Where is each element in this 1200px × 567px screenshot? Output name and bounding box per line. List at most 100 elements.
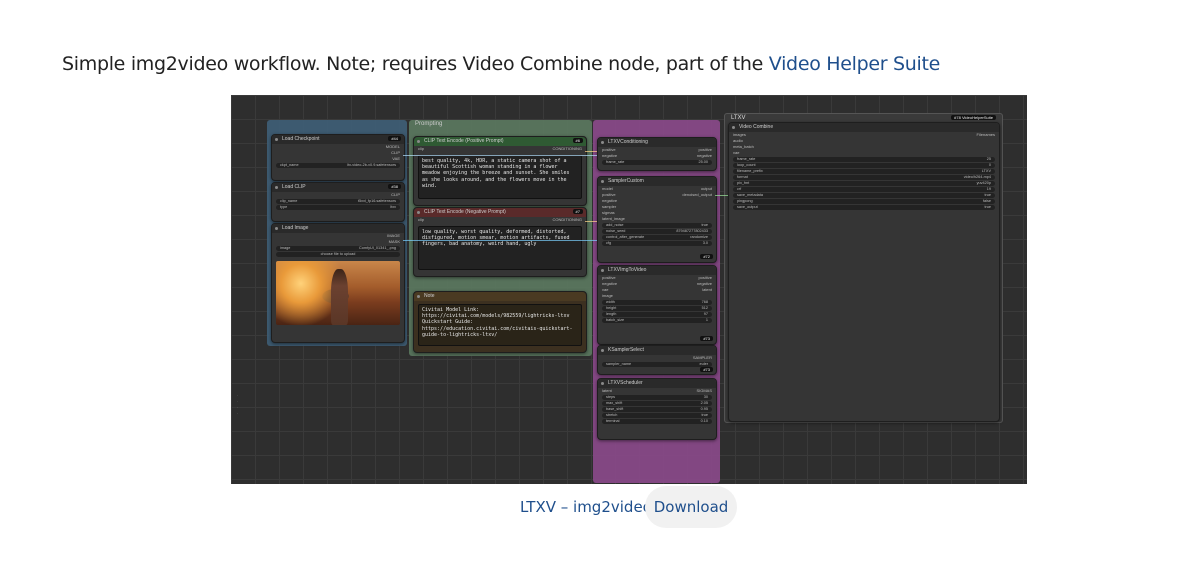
batch-size-widget[interactable]: batch_size 1 [602, 318, 712, 323]
clip-name-widget[interactable]: clip_name t5xxl_fp16.safetensors [276, 199, 400, 204]
load-image-title: Load Image [272, 224, 404, 233]
sc-denoised-out[interactable]: denoised_output [682, 192, 712, 198]
download-button[interactable]: Download [645, 486, 737, 528]
steps-value: 30 [703, 395, 708, 399]
vc-pix-fmt-widget[interactable]: pix_fmt yuv420p [733, 181, 995, 186]
clip-negative-output[interactable]: CONDITIONING [552, 217, 582, 223]
clip-negative-badge: #7 [572, 209, 583, 214]
connection-wire [585, 221, 597, 222]
vc-pingpong-widget[interactable]: pingpong false [733, 199, 995, 204]
image-select-widget[interactable]: image ComfyUI_01341_.png [276, 246, 400, 251]
sched-sigmas-out[interactable]: SIGMAS [696, 388, 712, 394]
intro-text: Simple img2video workflow. Note; require… [62, 53, 940, 75]
connection-wire [585, 151, 597, 152]
upload-button[interactable]: choose file to upload [276, 252, 400, 257]
load-clip-output[interactable]: CLIP [272, 192, 404, 198]
i2v-latent-out[interactable]: latent [702, 287, 712, 293]
length-widget[interactable]: length 97 [602, 312, 712, 317]
sampler-custom-node[interactable]: SamplerCustom #72 model output positive de… [597, 176, 717, 263]
vc-filename-prefix-widget[interactable]: filename_prefix LTXV [733, 169, 995, 174]
vc-crf-label: crf [737, 187, 742, 191]
control-label: control_after_generate [606, 235, 645, 239]
height-widget[interactable]: height 512 [602, 306, 712, 311]
control-widget[interactable]: control_after_generate randomize [602, 235, 712, 240]
ltxv-cond-negative-in[interactable]: negative [602, 153, 617, 159]
noise-seed-widget[interactable]: noise_seed 879487277802433 [602, 229, 712, 234]
steps-label: steps [606, 395, 616, 399]
cfg-widget[interactable]: cfg 3.0 [602, 241, 712, 246]
vae-output[interactable]: VAE [272, 156, 404, 162]
vc-crf-widget[interactable]: crf 19 [733, 187, 995, 192]
add-noise-widget[interactable]: add_noise true [602, 223, 712, 228]
load-clip-title: Load CLIP [272, 183, 404, 192]
ckpt-name-value: ltx-video-2b-v0.9.safetensors [347, 163, 396, 167]
positive-prompt-textarea[interactable]: best quality, 4k, HDR, a static camera s… [418, 155, 582, 199]
video-combine-node[interactable]: Video Combine #78 VideoHelperSuite image… [728, 115, 1000, 422]
vc-format-widget[interactable]: format video/h264-mp4 [733, 175, 995, 180]
max-shift-label: max_shift [606, 401, 623, 405]
sampler-output[interactable]: SAMPLER [598, 355, 716, 361]
steps-widget[interactable]: steps 30 [602, 395, 712, 400]
negative-prompt-textarea[interactable]: low quality, worst quality, deformed, di… [418, 226, 582, 270]
group-output-title: LTXV [731, 115, 746, 121]
frame-rate-widget[interactable]: frame_rate 25.00 [602, 160, 712, 165]
ckpt-name-label: ckpt_name [280, 163, 299, 167]
vc-frame-rate-label: frame_rate [737, 157, 756, 161]
sc-latent-in[interactable]: latent_image [598, 216, 716, 222]
length-value: 97 [703, 312, 708, 316]
base-shift-label: base_shift [606, 407, 624, 411]
ltxv-img-to-video-node[interactable]: LTXVImgToVideo #73 positive positive nega… [597, 265, 717, 345]
clip-type-widget[interactable]: type ltxv [276, 205, 400, 210]
clip-positive-io: clip CONDITIONING [414, 146, 586, 152]
base-shift-value: 0.95 [700, 407, 708, 411]
connection-wire [403, 155, 597, 156]
vc-save-output-value: true [984, 205, 991, 209]
vc-save-output-widget[interactable]: save_output true [733, 205, 995, 210]
note-textarea[interactable]: Civitai Model Link: https://civitai.com/… [418, 304, 582, 346]
vc-pix-fmt-label: pix_fmt [737, 181, 750, 185]
vc-pingpong-value: false [982, 199, 991, 203]
vc-frame-rate-widget[interactable]: frame_rate 25 [733, 157, 995, 162]
frame-rate-label: frame_rate [606, 160, 625, 164]
ltxv-scheduler-title: LTXVScheduler [598, 379, 716, 388]
sched-latent-in[interactable]: latent [602, 388, 612, 394]
batch-size-value: 1 [705, 318, 708, 322]
frame-rate-value: 25.00 [698, 160, 708, 164]
mask-output[interactable]: MASK [272, 239, 404, 245]
ckpt-name-widget[interactable]: ckpt_name ltx-video-2b-v0.9.safetensors [276, 163, 400, 168]
ltxv-img-to-video-title: LTXVImgToVideo [598, 266, 716, 275]
clip-positive-node[interactable]: CLIP Text Encode (Positive Prompt) #6 cl… [413, 136, 587, 206]
load-clip-node[interactable]: Load CLIP #38 CLIP clip_name t5xxl_fp16.s… [271, 182, 405, 222]
load-image-node[interactable]: Load Image IMAGE MASK image ComfyUI_01341… [271, 223, 405, 343]
stretch-widget[interactable]: stretch true [602, 413, 712, 418]
ltxv-conditioning-node[interactable]: LTXVConditioning positive positive negati… [597, 137, 717, 171]
video-helper-suite-link[interactable]: Video Helper Suite [769, 53, 941, 75]
terminal-widget[interactable]: terminal 0.10 [602, 419, 712, 424]
load-checkpoint-title: Load Checkpoint [272, 135, 404, 144]
intro-sentence: Simple img2video workflow. Note; require… [62, 53, 769, 75]
width-widget[interactable]: width 768 [602, 300, 712, 305]
load-checkpoint-node[interactable]: Load Checkpoint #44 MODEL CLIP VAE ckpt_… [271, 134, 405, 181]
clip-negative-node[interactable]: CLIP Text Encode (Negative Prompt) #7 cl… [413, 207, 587, 277]
max-shift-widget[interactable]: max_shift 2.05 [602, 401, 712, 406]
height-value: 512 [701, 306, 708, 310]
image-preview [276, 261, 400, 325]
note-node[interactable]: Note Civitai Model Link: https://civitai… [413, 291, 587, 353]
ltxv-cond-negative-out[interactable]: negative [697, 153, 712, 159]
clip-positive-output[interactable]: CONDITIONING [552, 146, 582, 152]
ltxv-scheduler-node[interactable]: LTXVScheduler latent SIGMAS steps 30 max_s… [597, 378, 717, 440]
ksampler-select-node[interactable]: KSamplerSelect #73 SAMPLER sampler_name e… [597, 345, 717, 375]
clip-negative-input[interactable]: clip [418, 217, 424, 223]
sampler-custom-title: SamplerCustom [598, 177, 716, 186]
vc-save-metadata-widget[interactable]: save_metadata true [733, 193, 995, 198]
vc-save-output-label: save_output [737, 205, 758, 209]
base-shift-widget[interactable]: base_shift 0.95 [602, 407, 712, 412]
vc-loop-count-widget[interactable]: loop_count 0 [733, 163, 995, 168]
clip-positive-input[interactable]: clip [418, 146, 424, 152]
stretch-value: true [701, 413, 708, 417]
clip-negative-io: clip CONDITIONING [414, 217, 586, 223]
vc-filenames-out[interactable]: Filenames [977, 132, 995, 138]
vc-vae-in[interactable]: vae [729, 150, 999, 156]
sampler-name-widget[interactable]: sampler_name euler [602, 362, 712, 367]
i2v-image-in[interactable]: image [598, 293, 716, 299]
